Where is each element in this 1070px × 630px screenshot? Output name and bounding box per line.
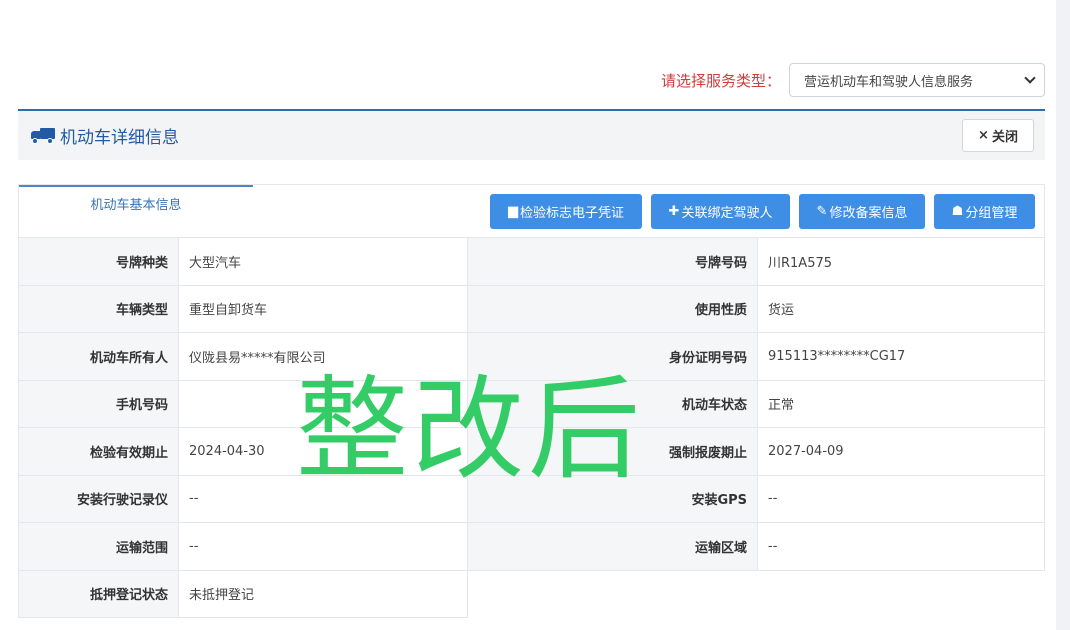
edit-record-label: 修改备案信息 [829,206,908,221]
close-icon: × [978,128,989,143]
field-value: -- [757,474,1045,523]
field-value: -- [757,522,1045,571]
empty-cell [467,569,1045,618]
field-label: 抵押登记状态 [18,569,179,618]
field-label: 车辆类型 [18,284,179,333]
field-value: 川R1A575 [757,237,1045,286]
group-manage-button[interactable]: ☗ 分组管理 [934,194,1035,229]
field-label: 运输范围 [18,522,179,571]
plus-icon: ✚ [668,204,680,219]
service-type-value: 营运机动车和驾驶人信息服务 [804,74,974,90]
document-icon: ▆ [507,204,518,219]
field-label: 安装行驶记录仪 [18,474,179,523]
pencil-icon: ✎ [816,204,828,219]
field-value: 重型自卸货车 [178,284,468,333]
table-row: 车辆类型 重型自卸货车 使用性质 货运 [18,284,1045,333]
watermark-stamp: 整改后 [296,365,644,495]
service-type-row: 请选择服务类型： 营运机动车和驾驶人信息服务 [661,63,1045,97]
close-button-label: 关闭 [991,130,1018,145]
field-label: 检验有效期止 [18,427,179,476]
tab-bar: 机动车基本信息 ▆ 检验标志电子凭证 ✚ 关联绑定驾驶人 ✎ 修改备案信息 ☗ … [18,184,1045,237]
table-row: 抵押登记状态 未抵押登记 [18,569,1045,618]
field-value: 2027-04-09 [757,427,1045,476]
field-value: 大型汽车 [178,237,468,286]
field-label: 手机号码 [18,379,179,428]
action-buttons: ▆ 检验标志电子凭证 ✚ 关联绑定驾驶人 ✎ 修改备案信息 ☗ 分组管理 [490,194,1035,229]
table-row: 运输范围 -- 运输区域 -- [18,522,1045,571]
field-label: 号牌号码 [467,237,758,286]
truck-icon [30,127,55,145]
field-value: -- [178,522,468,571]
field-label: 机动车所有人 [18,332,179,381]
right-scroll-strip [1056,0,1070,630]
bind-driver-label: 关联绑定驾驶人 [681,206,773,221]
field-value: 未抵押登记 [178,569,468,618]
users-icon: ☗ [951,204,964,219]
inspection-certificate-button[interactable]: ▆ 检验标志电子凭证 [490,194,642,229]
field-label: 使用性质 [467,284,758,333]
inspection-certificate-label: 检验标志电子凭证 [519,206,624,221]
chevron-down-icon [1024,72,1036,84]
panel-header: 机动车详细信息 × 关闭 [18,109,1045,160]
field-label: 运输区域 [467,522,758,571]
field-value: 915113********CG17 [757,332,1045,381]
edit-record-button[interactable]: ✎ 修改备案信息 [799,194,925,229]
tab-basic-info[interactable]: 机动车基本信息 [19,185,253,221]
page-title: 机动车详细信息 [60,128,179,148]
field-label: 号牌种类 [18,237,179,286]
tab-basic-info-label: 机动车基本信息 [90,198,182,213]
close-button[interactable]: × 关闭 [962,119,1034,152]
bind-driver-button[interactable]: ✚ 关联绑定驾驶人 [651,194,790,229]
field-value: 货运 [757,284,1045,333]
group-manage-label: 分组管理 [965,206,1018,221]
field-value: 正常 [757,379,1045,428]
service-type-label: 请选择服务类型： [660,71,781,90]
table-row: 号牌种类 大型汽车 号牌号码 川R1A575 [18,237,1045,286]
service-type-select[interactable]: 营运机动车和驾驶人信息服务 [789,63,1045,97]
